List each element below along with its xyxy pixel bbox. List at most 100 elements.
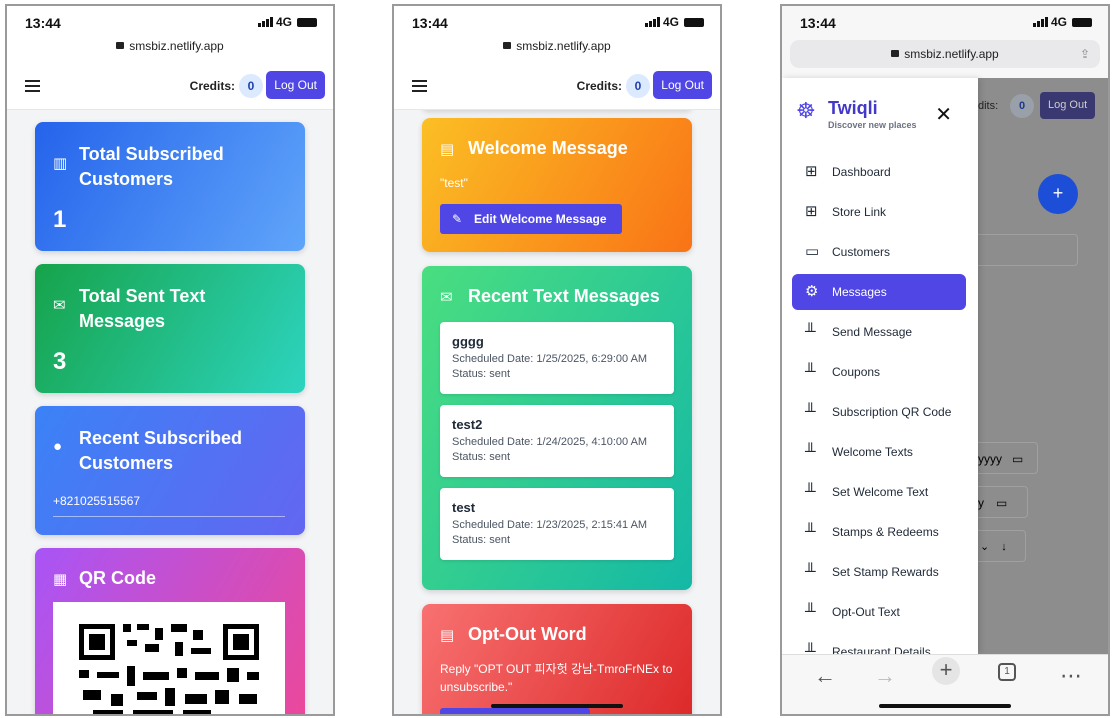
status-bar: 13:44 4G [7, 6, 333, 34]
logout-button[interactable]: Log Out [653, 71, 712, 99]
date-field-partial[interactable]: yyyy ▭ [978, 442, 1038, 474]
home-indicator [491, 704, 623, 708]
dimmed-background[interactable]: dits: 0 Log Out + yyyy ▭ y ▭ ⌄ ↓ [978, 78, 1108, 654]
subscriber-phone: +821025515567 [53, 494, 285, 517]
sort-control-partial[interactable]: ⌄ ↓ [978, 530, 1026, 562]
message-item[interactable]: test Scheduled Date: 1/23/2025, 2:15:41 … [440, 488, 674, 560]
bar-chart-icon: ╨ [805, 363, 816, 380]
bar-chart-icon: ╨ [805, 563, 816, 580]
battery-icon [684, 17, 704, 27]
nav-drawer: ☸ Twiqli Discover new places ✕ ⊞ Dashboar… [782, 78, 978, 660]
message-title: test2 [452, 417, 483, 432]
nav-item-coupons[interactable]: ╨ Coupons [792, 354, 966, 390]
input-field-partial[interactable] [978, 234, 1078, 266]
sent-count: 3 [53, 348, 67, 375]
brain-logo-icon: ☸ [796, 98, 816, 123]
message-status: Status: sent [452, 451, 511, 463]
add-icon[interactable]: + [1038, 174, 1078, 214]
nav-item-send-message[interactable]: ╨ Send Message [792, 314, 966, 350]
signal-icon [644, 17, 660, 27]
qr-icon: ▦ [53, 571, 68, 588]
opt-out-button-partial[interactable] [440, 708, 590, 714]
network-type: 4G [662, 15, 679, 29]
nav-label: Set Stamp Rewards [832, 565, 939, 579]
logout-button[interactable]: Log Out [1040, 92, 1096, 119]
credits-label-fragment: dits: [978, 100, 999, 112]
status-time: 13:44 [412, 15, 448, 31]
app-header: Credits: 0 Log Out [394, 64, 720, 110]
tabs-count-icon[interactable]: 1 [998, 663, 1016, 681]
phone-screen-dashboard: 13:44 4G smsbiz.netlify.app Credits: 0 L… [5, 4, 335, 716]
grid-icon: ⊞ [805, 163, 818, 180]
signal-indicator: 4G [644, 15, 704, 29]
edit-welcome-message-button[interactable]: ✎ Edit Welcome Message [440, 204, 622, 234]
url-bar[interactable]: smsbiz.netlify.app [7, 34, 333, 64]
nav-label: Stamps & Redeems [832, 525, 939, 539]
nav-label: Welcome Texts [832, 445, 913, 459]
signal-icon [257, 17, 273, 27]
nav-item-subscription-qr-code[interactable]: ╨ Subscription QR Code [792, 394, 966, 430]
credits-badge: 0 [1010, 94, 1034, 118]
status-time: 13:44 [800, 15, 836, 31]
message-status: Status: sent [452, 534, 511, 546]
message-item[interactable]: test2 Scheduled Date: 1/24/2025, 4:10:00… [440, 405, 674, 477]
envelope-icon: ✉ [53, 297, 66, 314]
card-title: QR Code [79, 568, 157, 588]
home-indicator [879, 704, 1011, 708]
forward-arrow-icon[interactable]: → [874, 663, 896, 689]
messages-content[interactable]: ▤ Welcome Message "test" ✎ Edit Welcome … [394, 110, 720, 714]
network-type: 4G [275, 15, 292, 29]
calendar-icon: ▭ [1012, 452, 1024, 466]
nav-item-store-link[interactable]: ⊞ Store Link [792, 194, 966, 230]
nav-label: Store Link [832, 205, 887, 219]
message-status: Status: sent [452, 368, 511, 380]
nav-item-set-welcome-text[interactable]: ╨ Set Welcome Text [792, 474, 966, 510]
dashboard-content[interactable]: ▥ Total Subscribed Customers 1 ✉ Total S… [7, 110, 333, 714]
grid-icon: ⊞ [805, 203, 818, 220]
url-text: smsbiz.netlify.app [129, 39, 224, 53]
qr-code-card: ▦ QR Code [35, 548, 305, 714]
recent-text-messages-card: ✉ Recent Text Messages gggg Scheduled Da… [422, 266, 692, 590]
url-bar[interactable]: smsbiz.netlify.app [394, 34, 720, 64]
bar-chart-icon: ╨ [805, 483, 816, 500]
url-bar[interactable]: smsbiz.netlify.app ⇪ [790, 40, 1100, 68]
nav-item-customers[interactable]: ▭ Customers [792, 234, 966, 270]
network-type: 4G [1050, 15, 1067, 29]
date-text: y [978, 496, 984, 510]
message-date: Scheduled Date: 1/25/2025, 6:29:00 AM [452, 353, 648, 365]
message-item[interactable]: gggg Scheduled Date: 1/25/2025, 6:29:00 … [440, 322, 674, 394]
back-arrow-icon[interactable]: ← [814, 663, 836, 689]
logout-button[interactable]: Log Out [266, 71, 325, 99]
nav-item-stamps-redeems[interactable]: ╨ Stamps & Redeems [792, 514, 966, 550]
status-bar: 13:44 4G [782, 6, 1108, 34]
close-icon[interactable]: ✕ [935, 102, 952, 127]
subscribed-count: 1 [53, 206, 67, 233]
nav-label: Messages [832, 285, 887, 299]
browser-toolbar: smsbiz.netlify.app ⇪ [782, 34, 1108, 78]
status-time: 13:44 [25, 15, 61, 31]
signal-indicator: 4G [257, 15, 317, 29]
date-field-partial[interactable]: y ▭ [978, 486, 1028, 518]
new-tab-icon[interactable]: + [932, 657, 960, 685]
phone-screen-messages: 13:44 4G smsbiz.netlify.app Credits: 0 L… [392, 4, 722, 716]
hamburger-menu-icon[interactable] [25, 80, 40, 92]
bar-chart-icon: ▥ [53, 155, 68, 172]
credits-label: Credits: [576, 79, 622, 93]
nav-item-welcome-texts[interactable]: ╨ Welcome Texts [792, 434, 966, 470]
nav-item-opt-out-text[interactable]: ╨ Opt-Out Text [792, 594, 966, 630]
card-title: Recent Subscribed Customers [79, 428, 243, 473]
bar-chart-icon: ╨ [805, 523, 816, 540]
hamburger-menu-icon[interactable] [412, 80, 427, 92]
nav-item-set-stamp-rewards[interactable]: ╨ Set Stamp Rewards [792, 554, 966, 590]
more-icon[interactable]: ⋯ [1060, 663, 1082, 689]
nav-item-messages[interactable]: ⚙ Messages [792, 274, 966, 310]
card-title: Opt-Out Word [468, 624, 587, 644]
id-card-icon: ▤ [440, 141, 455, 158]
share-icon[interactable]: ⇪ [1080, 40, 1090, 68]
status-bar: 13:44 4G [394, 6, 720, 34]
total-sent-card: ✉ Total Sent Text Messages 3 [35, 264, 305, 393]
nav-item-dashboard[interactable]: ⊞ Dashboard [792, 154, 966, 190]
credits-badge: 0 [626, 74, 650, 98]
nav-label: Opt-Out Text [832, 605, 900, 619]
lock-icon [503, 42, 512, 49]
